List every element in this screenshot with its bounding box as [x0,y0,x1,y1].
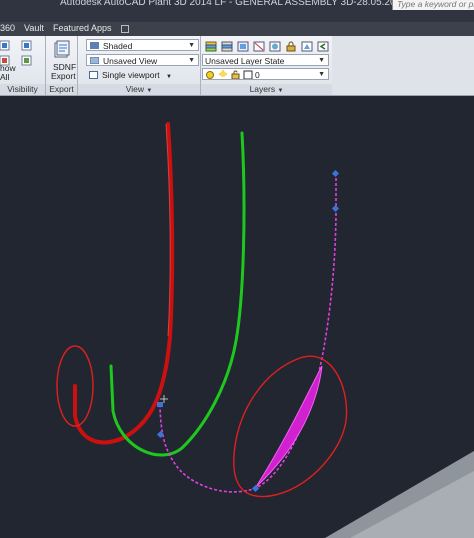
show-all-label-2: All [0,72,10,82]
ribbon-tabs: 360 Vault Featured Apps [0,22,474,36]
layer-properties-icon[interactable] [205,41,217,52]
featured-apps-icon [121,25,129,33]
layer-match-icon[interactable] [301,41,313,52]
layer-state-dropdown[interactable]: Unsaved Layer State ▼ [202,54,329,66]
current-layer-dropdown[interactable]: 0 ▼ [202,68,329,80]
tab-vault[interactable]: Vault [24,23,44,33]
chevron-down-icon: ▼ [188,42,195,49]
ribbon-empty-area [332,36,474,96]
current-layer-value: 0 [255,70,260,80]
chevron-down-icon: ▼ [318,57,325,64]
annotation-circle-right [233,355,348,498]
search-input[interactable]: Type a keyword or phrase [392,0,474,10]
viewport-icon [89,71,98,79]
drawing-viewport[interactable] [0,96,474,538]
chevron-down-icon: ▼ [318,71,325,78]
grip-handle[interactable] [331,169,340,178]
green-pipe[interactable] [109,131,246,457]
layer-state-value: Unsaved Layer State [205,56,285,66]
visibility-panel-label[interactable]: Visibility [0,84,45,95]
named-view-dropdown[interactable]: Unsaved View ▼ [86,54,199,66]
layer-isolate-icon[interactable] [237,41,249,52]
layer-status-icons [206,70,253,79]
view-label-text: View [125,84,144,94]
layer-states-icon[interactable] [221,41,233,52]
shaded-icon [90,42,99,49]
layers-label-text: Layers [249,84,276,94]
ribbon: how All Visibility SDNF Export Export Sh… [0,36,332,96]
grip-handle[interactable] [251,484,260,493]
visual-style-dropdown[interactable]: Shaded ▼ [86,39,199,51]
layer-previous-icon[interactable] [317,41,329,52]
visual-style-value: Shaded [103,41,133,51]
layers-panel-label[interactable]: Layers ▼ [201,84,332,95]
viewport-value: Single viewport [102,70,160,80]
tab-featured-apps[interactable]: Featured Apps [53,23,112,33]
chevron-down-icon: ▼ [188,57,195,64]
sdnf-export-icon[interactable] [54,40,70,58]
viewport-config-dropdown[interactable]: Single viewport ▼ [86,69,172,81]
cursor-crosshair-icon [160,395,168,403]
title-bar: Autodesk AutoCAD Plant 3D 2014 LF - GENE… [0,0,474,22]
layer-lock-icon[interactable] [285,41,297,52]
export-button[interactable]: Export [51,71,76,81]
red-pipe[interactable] [73,122,175,445]
tab-360[interactable]: 360 [0,23,15,33]
view-icon [90,57,99,64]
layer-freeze-icon[interactable] [269,41,281,52]
chevron-down-icon: ▼ [166,74,172,80]
export-panel-label: Export [46,84,77,95]
named-view-value: Unsaved View [103,56,158,66]
layer-off-icon[interactable] [253,41,265,52]
grip-handle[interactable] [331,204,340,213]
window-title: Autodesk AutoCAD Plant 3D 2014 LF - GENE… [60,0,428,8]
view-panel-label[interactable]: View ▼ [78,84,200,95]
grip-handle[interactable] [157,402,163,407]
magenta-pipe-section [255,365,323,488]
chevron-down-icon: ▼ [146,88,153,94]
chevron-down-icon: ▼ [277,88,284,94]
